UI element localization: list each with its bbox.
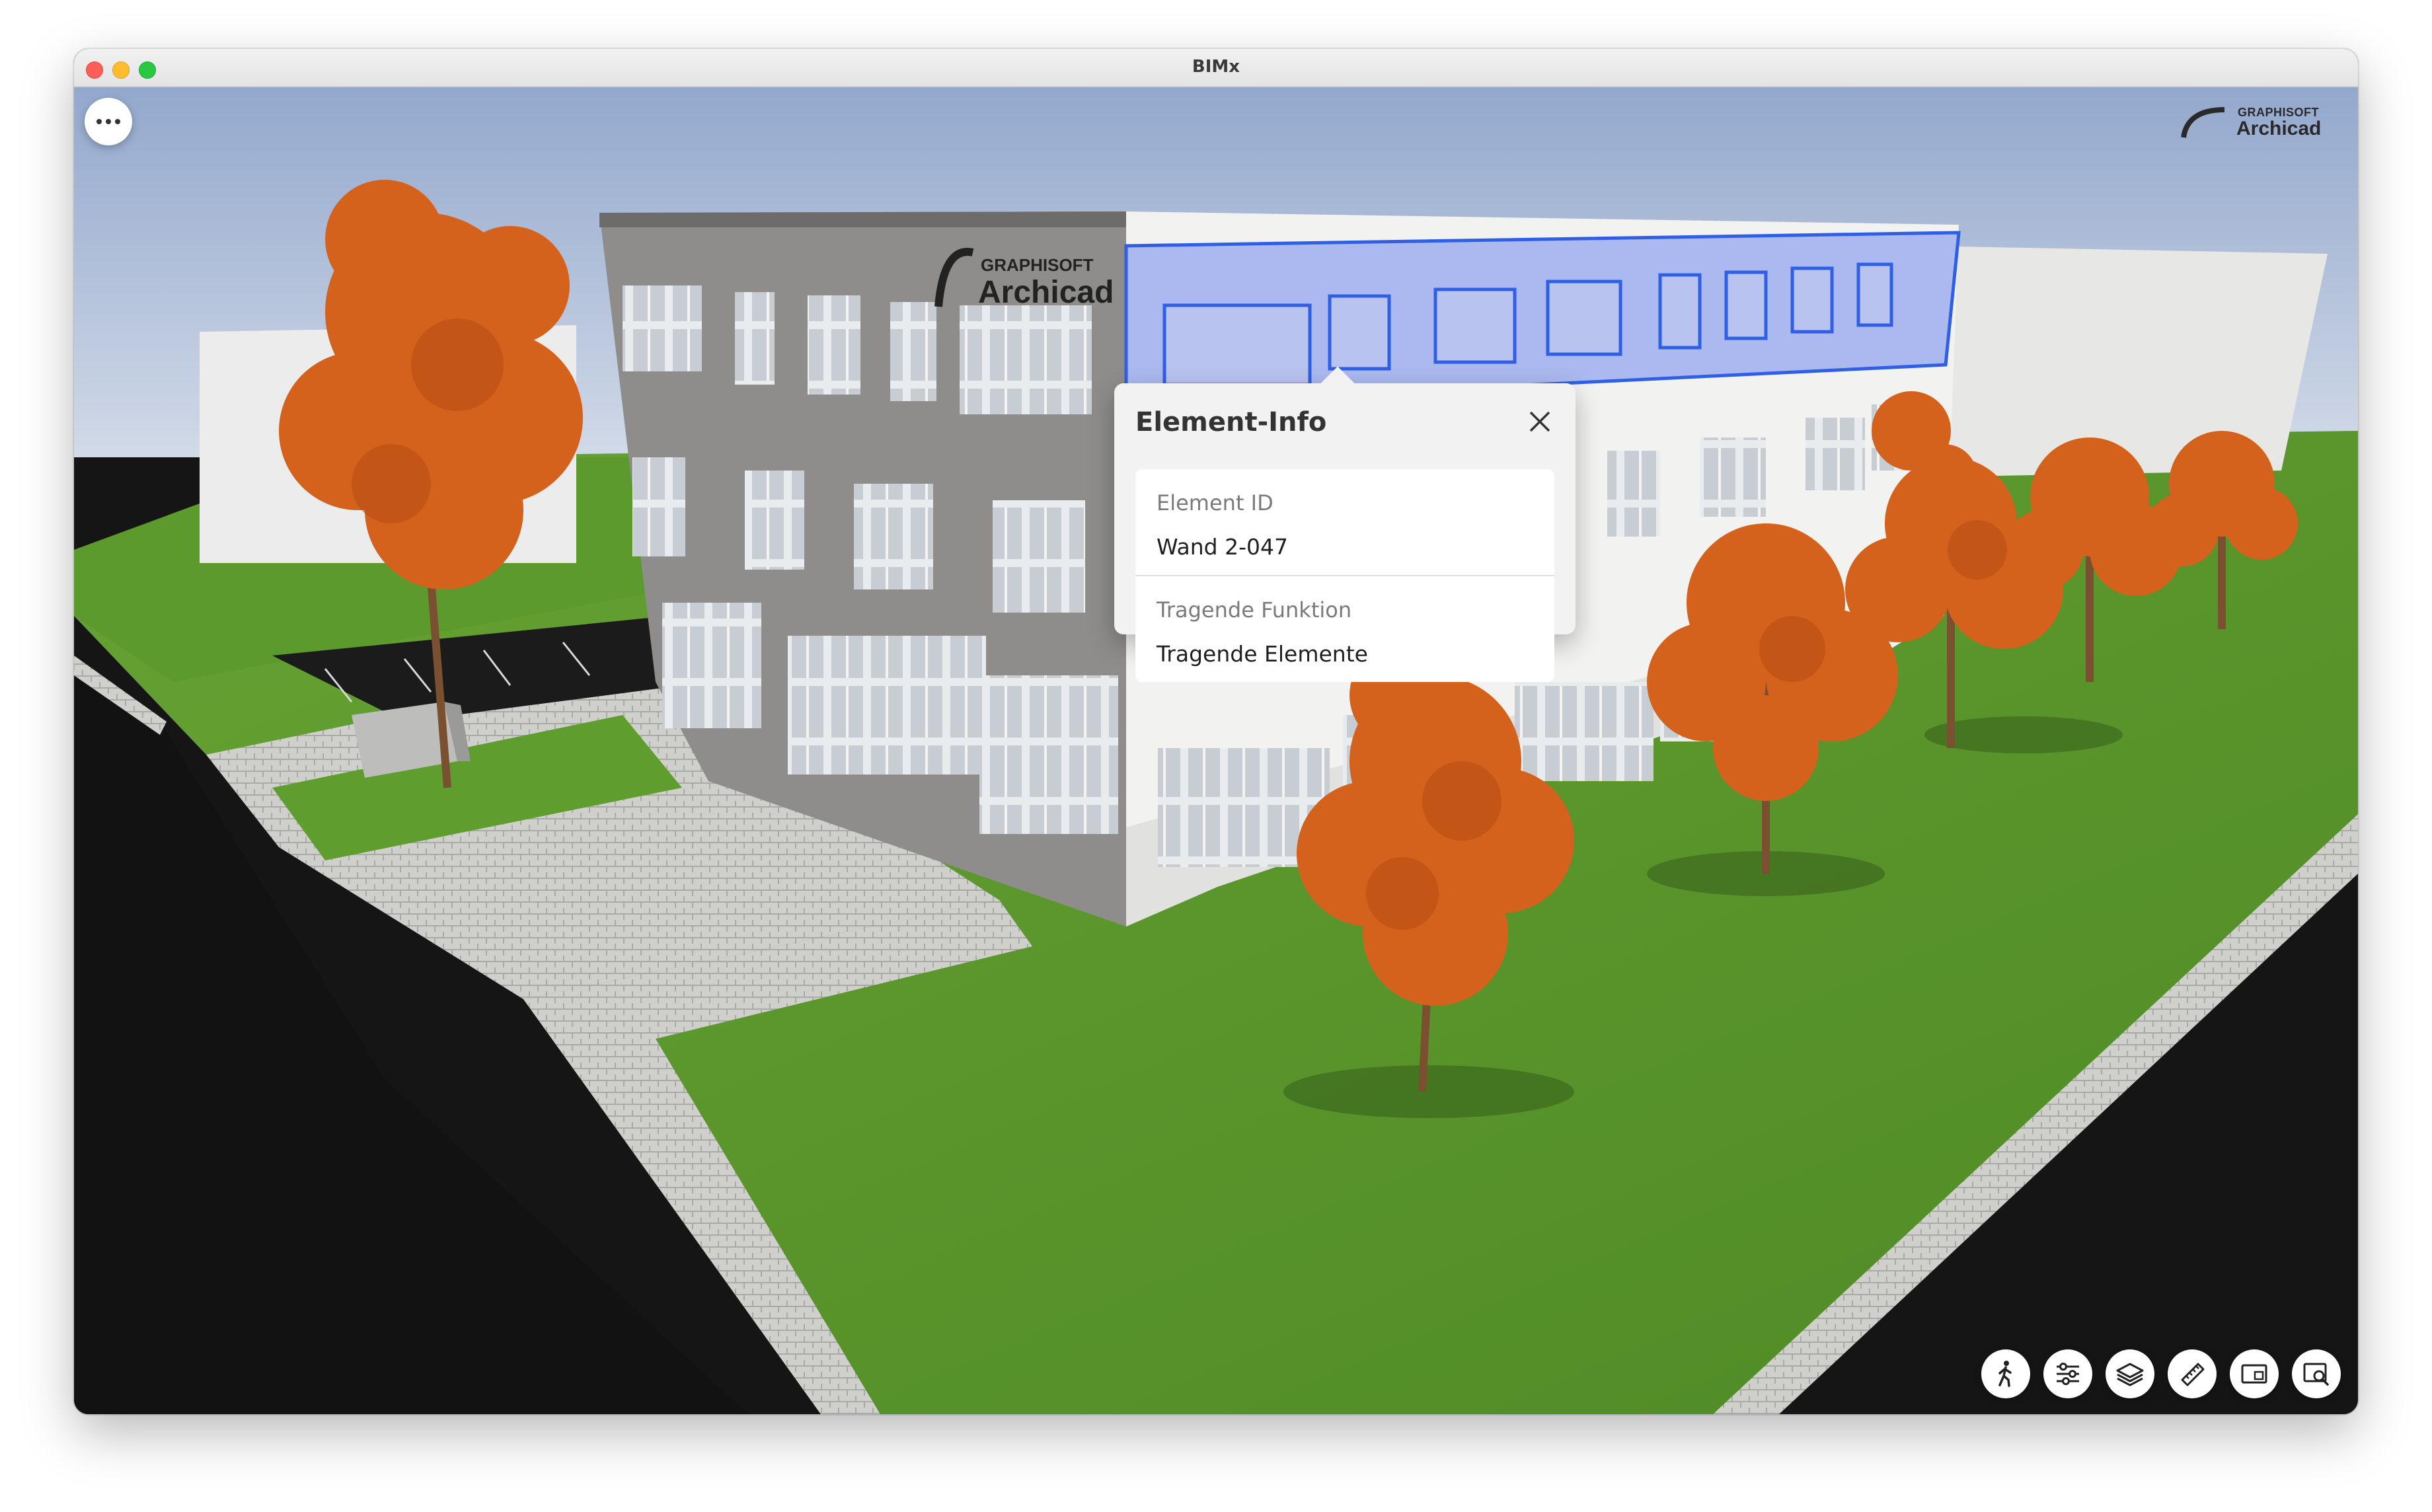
svg-text:GRAPHISOFT: GRAPHISOFT (981, 255, 1094, 275)
element-properties-list: Element ID Wand 2-047 Tragende Funktion … (1135, 469, 1554, 682)
layers-button[interactable] (2106, 1349, 2154, 1398)
app-window: BIMx GRAPHISOFT Archicad GRAPHISOFT Arch… (74, 49, 2358, 1414)
3d-viewport[interactable]: GRAPHISOFT Archicad GRAPHISOFT Archicad … (74, 87, 2358, 1414)
window-title: BIMx (1192, 57, 1240, 77)
walk-icon (1998, 1361, 2012, 1387)
more-dots-icon (96, 119, 120, 124)
layout-sheet-icon (2241, 1364, 2267, 1384)
property-row-element-id: Element ID Wand 2-047 (1135, 469, 1554, 576)
brand-product: Archicad (2236, 118, 2322, 139)
close-icon (1529, 411, 1550, 432)
archicad-brand: GRAPHISOFT Archicad (2178, 103, 2343, 143)
layers-icon (2116, 1363, 2144, 1386)
settings-button[interactable] (2043, 1349, 2092, 1398)
archicad-logo-icon (2181, 107, 2225, 138)
svg-text:Archicad: Archicad (978, 275, 1114, 310)
measure-ruler-icon (2181, 1363, 2205, 1386)
search-view-button[interactable] (2292, 1349, 2341, 1398)
property-label: Element ID (1157, 490, 1273, 515)
more-options-button[interactable] (85, 98, 132, 145)
property-value: Tragende Elemente (1157, 641, 1368, 667)
element-info-popover: Element-Info Element ID Wand 2-047 Trage… (1114, 366, 1576, 682)
walk-mode-button[interactable] (1981, 1349, 2030, 1398)
title-bar: BIMx (74, 49, 2358, 87)
measure-button[interactable] (2168, 1349, 2217, 1398)
layout-book-button[interactable] (2230, 1349, 2279, 1398)
settings-sliders-icon (2057, 1363, 2079, 1385)
popover-close-button[interactable] (1523, 404, 1557, 439)
popover-title: Element-Info (1135, 407, 1327, 437)
property-label: Tragende Funktion (1157, 597, 1352, 623)
bottom-toolbar (1981, 1349, 2341, 1402)
search-view-icon (2303, 1363, 2329, 1386)
property-value: Wand 2-047 (1157, 534, 1288, 560)
3d-model-scene[interactable]: GRAPHISOFT Archicad (74, 87, 2358, 1414)
property-row-load-bearing: Tragende Funktion Tragende Elemente (1135, 576, 1554, 682)
